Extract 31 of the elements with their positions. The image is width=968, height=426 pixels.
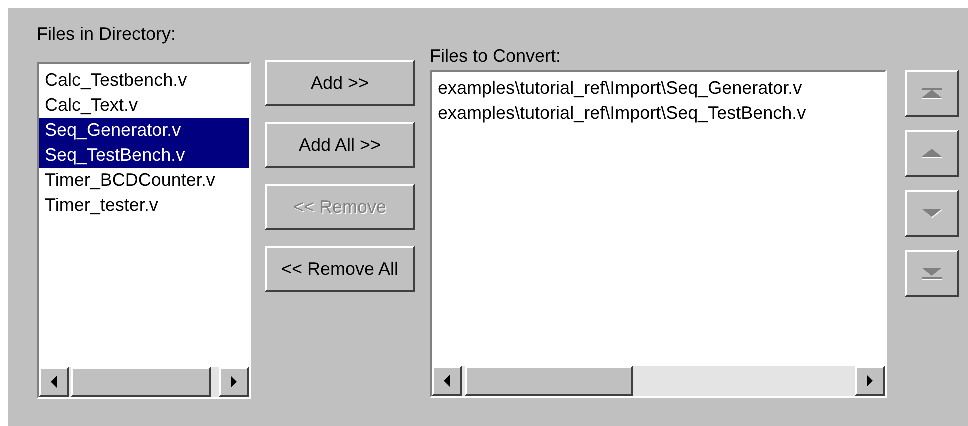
scroll-right-button[interactable] bbox=[855, 366, 885, 396]
file-list-item[interactable]: examples\tutorial_ref\Import\Seq_TestBench.v bbox=[432, 101, 885, 126]
file-list-item[interactable]: Timer_tester.v bbox=[39, 193, 249, 218]
right-arrow-icon bbox=[230, 376, 238, 388]
horizontal-scrollbar[interactable] bbox=[39, 367, 249, 397]
left-arrow-icon bbox=[50, 376, 58, 388]
file-list-item[interactable]: Seq_Generator.v bbox=[39, 118, 249, 143]
file-list-item[interactable]: Timer_BCDCounter.v bbox=[39, 168, 249, 193]
scroll-left-button[interactable] bbox=[39, 367, 69, 397]
scroll-thumb[interactable] bbox=[465, 366, 633, 396]
scroll-left-button[interactable] bbox=[432, 366, 462, 396]
transfer-button[interactable]: Add >> bbox=[265, 60, 415, 106]
file-list-item[interactable]: examples\tutorial_ref\Import\Seq_Generator.v bbox=[432, 76, 885, 101]
left-arrow-icon bbox=[443, 375, 451, 387]
list-label: Files to Convert: bbox=[430, 45, 562, 68]
scroll-thumb[interactable] bbox=[71, 367, 211, 397]
horizontal-scrollbar[interactable] bbox=[432, 366, 885, 396]
file-list-item[interactable]: Calc_Testbench.v bbox=[39, 68, 249, 93]
file-list[interactable]: examples\tutorial_ref\Import\Seq_Generator.v examples\tutorial_ref\Import\Seq_TestBench.v bbox=[430, 70, 887, 398]
move-top-icon bbox=[920, 86, 944, 100]
file-list-item[interactable]: Calc_Text.v bbox=[39, 93, 249, 118]
list-label: Files in Directory: bbox=[37, 23, 178, 46]
transfer-button[interactable]: Add All >> bbox=[265, 122, 415, 168]
move-down-icon bbox=[920, 206, 944, 220]
scroll-right-button[interactable] bbox=[219, 367, 249, 397]
file-list-item[interactable]: Seq_TestBench.v bbox=[39, 143, 249, 168]
transfer-button[interactable]: << Remove All bbox=[265, 246, 415, 292]
file-list[interactable]: Calc_Testbench.v Calc_Text.v Seq_Generator.v Seq_TestBench.v Timer_BCDCounter.v Timer_tester.v bbox=[37, 62, 251, 399]
right-arrow-icon bbox=[866, 375, 874, 387]
move-bottom-icon bbox=[920, 266, 944, 280]
move-up-icon bbox=[920, 146, 944, 160]
